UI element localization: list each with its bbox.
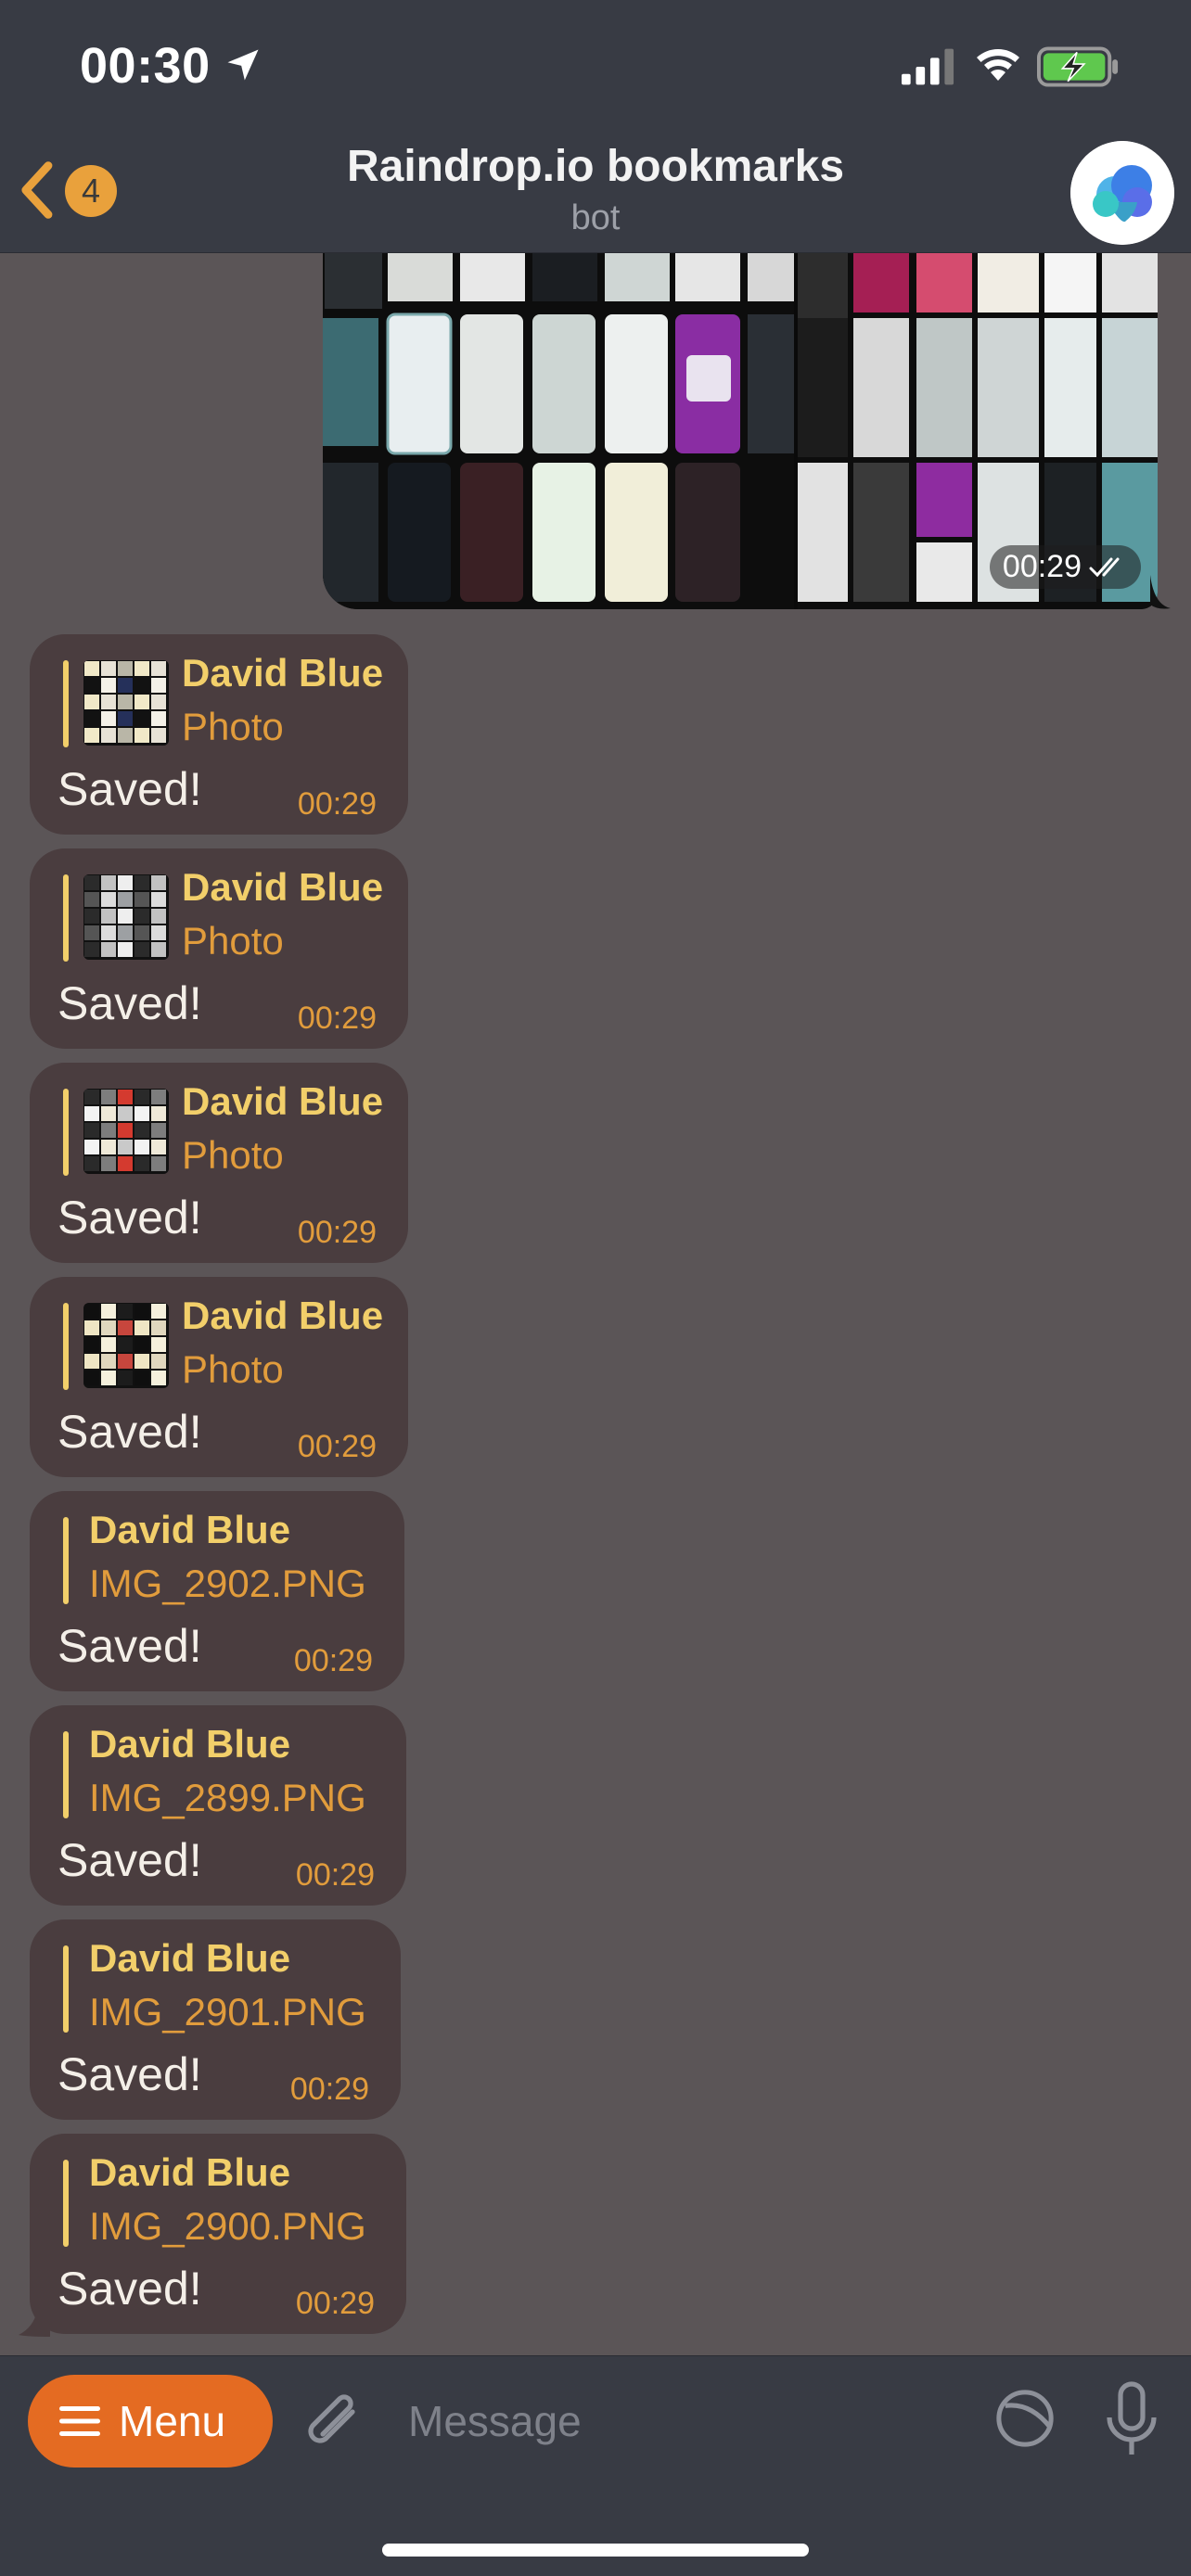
location-arrow-icon — [227, 49, 259, 81]
message-text: Saved! — [58, 2048, 202, 2100]
reply-thumbnail — [83, 660, 169, 746]
reply-preview-text: IMG_2900.PNG — [89, 2204, 366, 2248]
bubble-tail-icon — [1150, 575, 1171, 609]
reply-preview-text: Photo — [182, 705, 284, 748]
message-input[interactable] — [408, 2384, 965, 2458]
message-text: Saved! — [58, 1406, 202, 1458]
paperclip-icon[interactable] — [299, 2388, 365, 2456]
message-timestamp: 00:29 — [297, 786, 377, 822]
reply-preview-text: IMG_2901.PNG — [89, 1990, 366, 2034]
message-timestamp: 00:29 — [297, 1001, 377, 1036]
status-time: 00:30 — [80, 38, 211, 94]
message-text: Saved! — [58, 1834, 202, 1886]
reply-preview-text: Photo — [182, 1347, 284, 1391]
outgoing-photo-collage[interactable]: 00:29 — [323, 253, 1158, 609]
reply-sender-name: David Blue — [89, 1508, 291, 1551]
reply-preview-text: IMG_2899.PNG — [89, 1776, 366, 1819]
reply-quote-bar — [63, 1089, 69, 1176]
reply-sender-name: David Blue — [182, 865, 384, 909]
message-bubble[interactable]: David Blue Photo Saved! 00:29 — [30, 1063, 408, 1263]
message-text: Saved! — [58, 977, 202, 1029]
bot-avatar[interactable] — [1070, 141, 1174, 245]
reply-sender-name: David Blue — [89, 1722, 291, 1766]
message-bubble[interactable]: David Blue IMG_2902.PNG Saved! 00:29 — [30, 1491, 404, 1691]
message-bubble[interactable]: David Blue Photo Saved! 00:29 — [30, 634, 408, 835]
microphone-icon[interactable] — [1104, 2380, 1159, 2458]
reply-quote-bar — [63, 874, 69, 962]
reply-quote-bar — [63, 1517, 69, 1604]
message-bubble[interactable]: David Blue IMG_2899.PNG Saved! 00:29 — [30, 1705, 406, 1906]
message-timestamp: 00:29 — [293, 1643, 373, 1678]
signal-icon — [902, 48, 954, 85]
battery-charging-icon — [1037, 46, 1119, 87]
menu-label: Menu — [119, 2397, 226, 2445]
reply-quote-bar — [63, 660, 69, 747]
message-text: Saved! — [58, 763, 202, 815]
raindrop-cloud-icon — [1070, 141, 1174, 245]
reply-quote-bar — [63, 2160, 69, 2247]
reply-preview-text: Photo — [182, 919, 284, 963]
reply-sender-name: David Blue — [182, 651, 384, 695]
reply-sender-name: David Blue — [182, 1079, 384, 1123]
hamburger-icon — [59, 2406, 100, 2436]
message-bubble[interactable]: David Blue Photo Saved! 00:29 — [30, 848, 408, 1049]
message-text: Saved! — [58, 1620, 202, 1672]
reply-thumbnail — [83, 1089, 169, 1174]
chat-subtitle: bot — [570, 198, 621, 237]
chat-title[interactable]: Raindrop.io bookmarks — [0, 141, 1191, 192]
reply-sender-name: David Blue — [182, 1294, 384, 1337]
reply-thumbnail — [83, 874, 169, 960]
composer-bar: Menu — [0, 2355, 1191, 2576]
message-text: Saved! — [58, 1192, 202, 1243]
double-check-icon — [1089, 557, 1120, 577]
home-indicator — [382, 2544, 809, 2557]
reply-thumbnail — [83, 1303, 169, 1388]
reply-quote-bar — [63, 1731, 69, 1818]
wifi-icon — [977, 49, 1019, 81]
reply-sender-name: David Blue — [89, 2150, 291, 2194]
message-timestamp: 00:29 — [289, 2072, 369, 2107]
message-bubble[interactable]: David Blue IMG_2900.PNG Saved! 00:29 — [30, 2134, 406, 2334]
bubble-tail-icon — [19, 2300, 50, 2337]
sticker-moon-icon[interactable] — [994, 2388, 1056, 2449]
message-timestamp: 00:29 — [297, 1429, 377, 1464]
message-bubble[interactable]: David Blue IMG_2901.PNG Saved! 00:29 — [30, 1919, 401, 2120]
message-timestamp: 00:29 — [295, 2286, 375, 2321]
message-bubble[interactable]: David Blue Photo Saved! 00:29 — [30, 1277, 408, 1477]
photo-time-text: 00:29 — [1002, 549, 1082, 584]
photo-timestamp: 00:29 — [989, 545, 1141, 589]
reply-quote-bar — [63, 1303, 69, 1390]
message-text: Saved! — [58, 2263, 202, 2315]
reply-sender-name: David Blue — [89, 1936, 291, 1980]
reply-preview-text: IMG_2902.PNG — [89, 1562, 366, 1605]
bot-menu-button[interactable]: Menu — [28, 2375, 273, 2468]
chat-header: 00:30 4 Raindrop.io bookmarks bot — [0, 0, 1191, 253]
message-timestamp: 00:29 — [295, 1857, 375, 1893]
message-timestamp: 00:29 — [297, 1215, 377, 1250]
reply-quote-bar — [63, 1945, 69, 2033]
reply-preview-text: Photo — [182, 1133, 284, 1177]
